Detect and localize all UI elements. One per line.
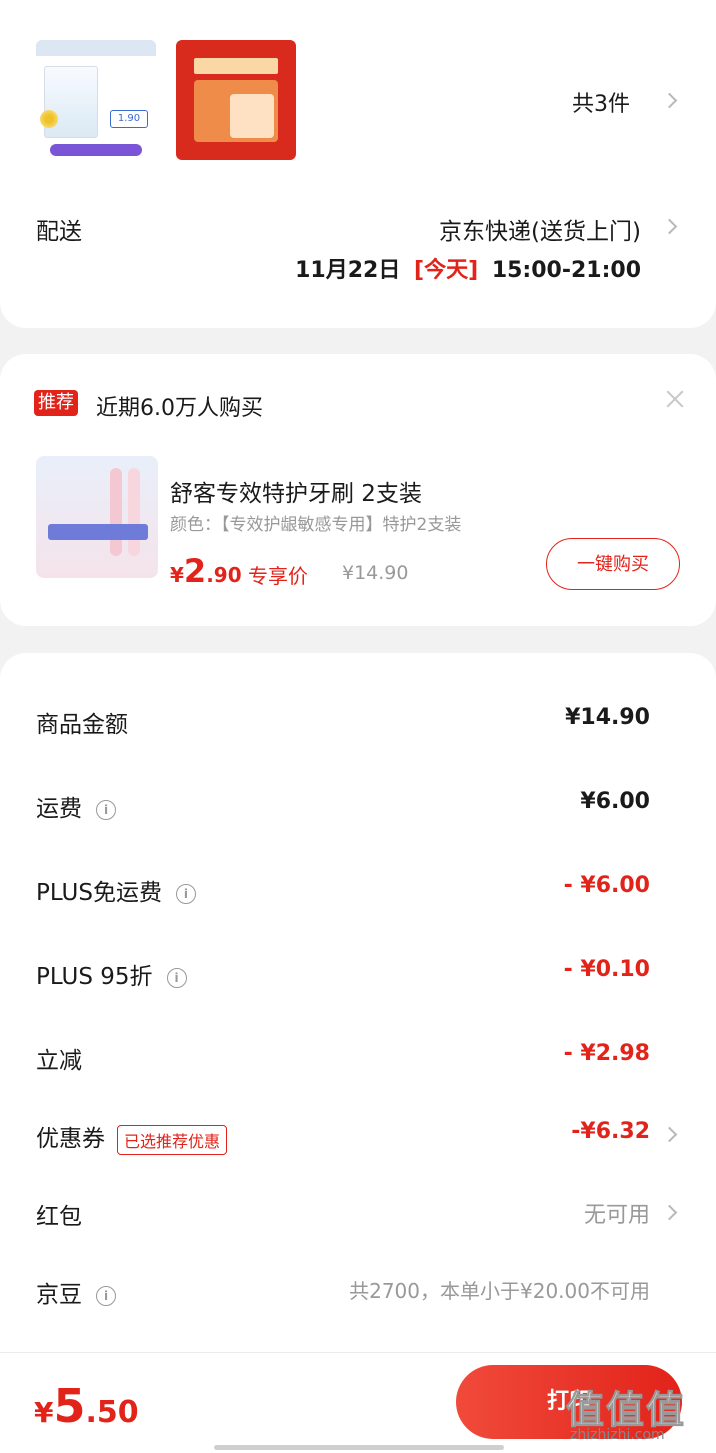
price-integer: 2 <box>183 552 207 590</box>
item-count[interactable]: 共3件 <box>572 86 630 118</box>
row-goods-amount-label: 商品金额 <box>36 712 128 738</box>
red-packet-chevron-icon[interactable] <box>661 1204 678 1221</box>
row-red-packet-label: 红包 <box>36 1204 82 1230</box>
row-plus-discount-label: PLUS 95折 <box>36 964 153 990</box>
delivery-hours: 15:00-21:00 <box>491 258 641 283</box>
delivery-date: 11月22日 <box>295 258 401 283</box>
info-icon[interactable]: i <box>166 967 187 988</box>
row-shipping-label: 运费 <box>36 796 82 822</box>
coupon-selected-tag: 已选推荐优惠 <box>117 1124 228 1155</box>
total-price: ¥5.50 <box>34 1379 139 1433</box>
checkout-bar: ¥5.50 打印 值值值 zhizhizhi.com <box>0 1352 716 1453</box>
recommend-price: ¥2.90 <box>170 552 242 590</box>
row-coupon[interactable]: 优惠券 已选推荐优惠 <box>36 1119 228 1155</box>
item-count-chevron-icon[interactable] <box>661 92 678 109</box>
row-plus-discount: PLUS 95折 i <box>36 957 187 991</box>
coupon-chevron-icon[interactable] <box>661 1126 678 1143</box>
row-instant-discount-label: 立减 <box>36 1048 82 1074</box>
close-icon[interactable] <box>664 388 686 410</box>
row-jd-beans-value: 共2700，本单小于¥20.00不可用 <box>349 1279 650 1303</box>
row-plus-discount-value: - ¥0.10 <box>563 957 650 982</box>
price-summary-card: 商品金额 ¥14.90 运费 i ¥6.00 PLUS免运费 i - ¥6.00 P… <box>0 653 716 1353</box>
row-instant-discount-value: - ¥2.98 <box>563 1041 650 1066</box>
row-coupon-value[interactable]: -¥6.32 <box>571 1119 650 1144</box>
info-icon[interactable]: i <box>175 883 196 904</box>
delivery-method[interactable]: 京东快递(送货上门) <box>439 212 641 246</box>
row-red-packet-value[interactable]: 无可用 <box>584 1197 650 1229</box>
exclusive-price-tag: 专享价 <box>248 564 308 588</box>
row-shipping-value: ¥6.00 <box>580 789 650 814</box>
home-indicator[interactable] <box>214 1445 504 1450</box>
product-thumbnail-2[interactable] <box>176 40 296 160</box>
recommend-product-thumbnail[interactable] <box>36 456 158 578</box>
row-jd-beans: 京豆 i <box>36 1275 116 1309</box>
info-icon[interactable]: i <box>96 799 116 820</box>
recommend-tag: 推荐 <box>34 390 78 416</box>
row-shipping: 运费 i <box>36 789 116 823</box>
original-price: ¥14.90 <box>342 562 409 584</box>
watermark-url: zhizhizhi.com <box>570 1427 665 1443</box>
total-decimal: .50 <box>85 1395 139 1430</box>
watermark: 值值值 zhizhizhi.com <box>565 1379 712 1449</box>
shipment-card: 1.90 共3件 配送 京东快递(送货上门) 11月22日 [今天] 15:00… <box>0 0 716 328</box>
thumbnail-price: 1.90 <box>110 110 148 128</box>
recommend-card: 推荐 近期6.0万人购买 舒客专效特护牙刷 2支装 颜色：【专效护龈敏感专用】特… <box>0 354 716 626</box>
recommend-headline: 近期6.0万人购买 <box>96 396 263 421</box>
delivery-time-slot[interactable]: 11月22日 [今天] 15:00-21:00 <box>295 252 641 284</box>
total-integer: 5 <box>53 1379 86 1433</box>
watermark-text: 值值值 <box>565 1388 687 1433</box>
delivery-today-tag: [今天] <box>414 258 479 283</box>
row-plus-free-shipping: PLUS免运费 i <box>36 873 196 907</box>
price-symbol: ¥ <box>170 563 184 587</box>
info-icon[interactable]: i <box>96 1285 116 1306</box>
row-coupon-label: 优惠券 <box>36 1126 105 1152</box>
total-symbol: ¥ <box>34 1396 54 1429</box>
recommend-product-title[interactable]: 舒客专效特护牙刷 2支装 <box>170 474 422 508</box>
price-decimal: .90 <box>206 563 242 587</box>
row-plus-free-shipping-label: PLUS免运费 <box>36 880 162 906</box>
product-thumbnail-1[interactable]: 1.90 <box>36 40 156 160</box>
row-plus-free-shipping-value: - ¥6.00 <box>563 873 650 898</box>
delivery-label: 配送 <box>36 219 82 245</box>
one-click-buy-button[interactable]: 一键购买 <box>546 538 680 590</box>
delivery-chevron-icon[interactable] <box>661 218 678 235</box>
row-jd-beans-label: 京豆 <box>36 1282 82 1308</box>
row-goods-amount-value: ¥14.90 <box>565 705 650 730</box>
recommend-product-spec: 颜色：【专效护龈敏感专用】特护2支装 <box>170 515 462 535</box>
